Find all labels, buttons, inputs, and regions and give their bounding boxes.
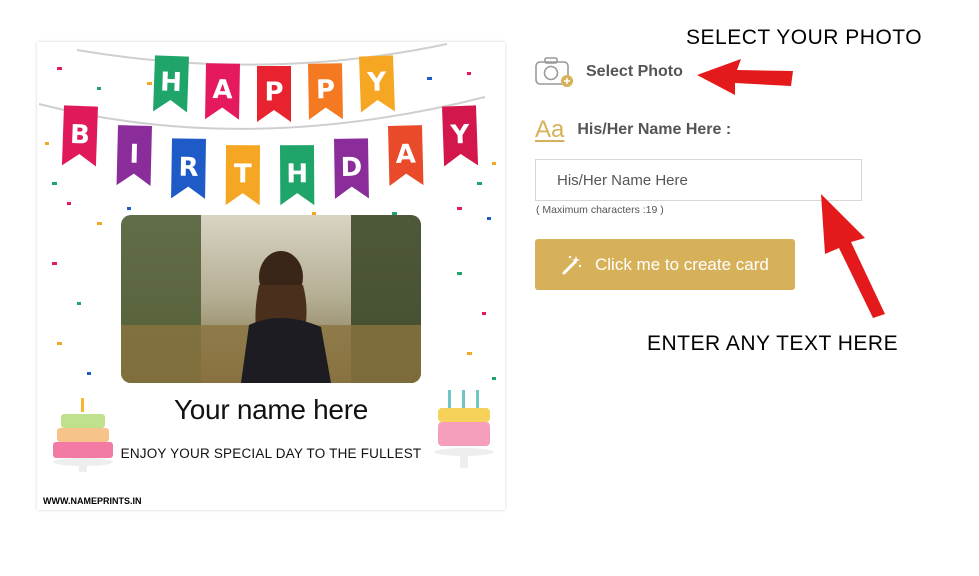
annotation-enter-text: ENTER ANY TEXT HERE — [647, 332, 899, 355]
create-card-label: Click me to create card — [595, 254, 769, 274]
pennant-letter: R — [178, 153, 199, 183]
pennant-letter: Y — [366, 67, 388, 98]
pennant-a: A — [388, 125, 424, 186]
pennant-letter: I — [129, 140, 139, 170]
pennant-y: Y — [359, 55, 395, 113]
pennant-y: Y — [442, 105, 479, 167]
pennant-letter: A — [212, 75, 233, 105]
max-characters-hint: ( Maximum characters :19 ) — [536, 204, 664, 216]
pennant-letter: P — [264, 78, 283, 108]
arrow-to-name-input-icon — [821, 194, 885, 318]
pennant-p: P — [308, 63, 343, 120]
pennant-r: R — [171, 138, 206, 199]
pennant-letter: B — [70, 120, 91, 151]
camera-add-icon[interactable] — [535, 56, 575, 88]
pennant-letter: T — [234, 159, 252, 189]
pennant-letter: A — [395, 140, 416, 170]
pennant-h: H — [153, 55, 189, 113]
pennant-letter: P — [316, 75, 336, 105]
card-name-text: Your name here — [173, 394, 368, 425]
magic-wand-icon — [562, 255, 582, 274]
card-tagline: ENJOY YOUR SPECIAL DAY TO THE FULLEST — [120, 446, 422, 461]
pennant-i: I — [116, 125, 152, 186]
banner-happy: HAPPY — [153, 55, 395, 122]
select-photo-control[interactable]: Select Photo — [535, 56, 683, 88]
pennant-letter: Y — [449, 120, 471, 151]
pennant-p: P — [257, 66, 291, 122]
pennant-d: D — [334, 138, 369, 199]
create-card-button[interactable]: Click me to create card — [535, 239, 795, 290]
pennant-letter: D — [340, 153, 362, 183]
pennant-letter: H — [286, 159, 308, 189]
card-preview: HAPPY BIRTHDAY Your name here ENJOY YOUR… — [37, 42, 505, 510]
select-photo-label[interactable]: Select Photo — [586, 63, 683, 81]
pennant-letter: H — [160, 67, 183, 98]
pennant-a: A — [205, 63, 240, 120]
annotation-select-photo: SELECT YOUR PHOTO — [686, 26, 923, 49]
watermark-url: WWW.NAMEPRINTS.IN — [43, 496, 142, 506]
card-photo — [121, 215, 421, 383]
birthday-banner: HAPPY BI R T H D AY — [38, 43, 496, 225]
pennant-t: T — [225, 145, 260, 206]
name-label: His/Her Name Here : — [577, 121, 732, 138]
name-label-row: Aa His/Her Name Here : — [535, 116, 731, 144]
text-font-icon: Aa — [535, 116, 565, 143]
name-input[interactable] — [535, 159, 862, 201]
pennant-b: B — [61, 105, 98, 167]
pennant-h: H — [280, 145, 315, 206]
arrow-to-select-photo-icon — [697, 59, 793, 95]
